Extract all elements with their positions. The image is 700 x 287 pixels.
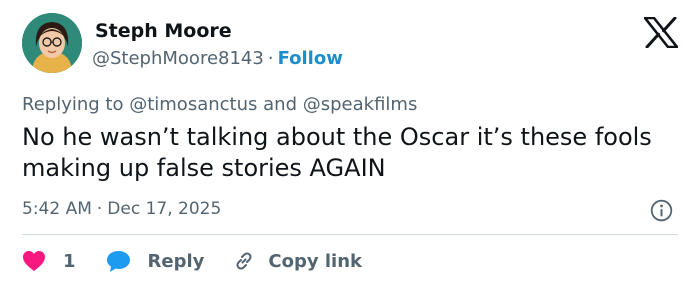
follow-button[interactable]: Follow: [278, 48, 343, 69]
author-name[interactable]: Steph Moore: [95, 20, 232, 42]
copy-link-button[interactable]: Copy link: [232, 249, 362, 273]
author-handle[interactable]: @StephMoore8143: [92, 48, 264, 69]
replying-prefix: Replying to: [22, 94, 124, 115]
reply-button[interactable]: Reply: [106, 250, 233, 273]
x-logo-icon[interactable]: [643, 16, 679, 49]
mention-link-1[interactable]: @timosanctus: [129, 94, 257, 115]
avatar-image: [22, 13, 82, 73]
tweet-date[interactable]: Dec 17, 2025: [107, 199, 221, 219]
avatar[interactable]: [22, 13, 82, 73]
like-count: 1: [63, 250, 76, 272]
timestamp-separator: ·: [96, 199, 103, 219]
divider: [22, 234, 678, 235]
mention-link-2[interactable]: @speakfilms: [303, 94, 418, 115]
replying-to: Replying to @timosanctus and @speakfilms: [22, 94, 417, 115]
tweet-timestamp[interactable]: 5:42 AM · Dec 17, 2025: [22, 199, 221, 219]
speech-bubble-icon: [106, 250, 131, 273]
replying-conjunction: and: [263, 94, 297, 115]
author-handle-line: @StephMoore8143 · Follow: [92, 48, 343, 69]
copy-link-label: Copy link: [268, 250, 362, 272]
info-icon[interactable]: [650, 199, 673, 222]
tweet-card: Steph Moore @StephMoore8143 · Follow Reply…: [0, 0, 700, 287]
like-button[interactable]: 1: [22, 250, 106, 272]
handle-separator: ·: [267, 48, 274, 69]
tweet-text: No he wasn’t talking about the Oscar it’…: [22, 123, 652, 182]
reply-label: Reply: [147, 250, 205, 272]
tweet-time[interactable]: 5:42 AM: [22, 199, 92, 219]
link-icon: [232, 249, 256, 273]
heart-icon: [22, 250, 46, 272]
action-bar: 1 Reply Copy link: [22, 244, 362, 278]
